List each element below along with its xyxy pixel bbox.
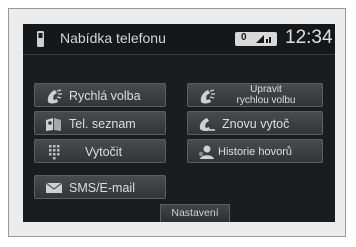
page-title: Nabídka telefonu — [60, 30, 166, 46]
envelope-icon — [45, 182, 63, 193]
call-history-button[interactable]: Historie hovorů — [187, 139, 323, 163]
settings-button[interactable]: Nastavení — [160, 204, 230, 222]
person-history-icon — [198, 145, 214, 159]
phonebook-button[interactable]: Tel. seznam — [34, 111, 166, 135]
book-icon — [46, 118, 61, 131]
dial-button[interactable]: Vytočit — [34, 139, 166, 163]
sms-email-label: SMS/E-mail — [69, 181, 135, 195]
phone-menu-screen: Nabídka telefonu 0 12:34 Rychlá volba Te… — [23, 24, 335, 222]
clock: 12:34 — [285, 27, 333, 48]
redial-button[interactable]: Znovu vytoč — [187, 111, 323, 135]
edit-quick-dial-line2: rychlou volbu — [236, 95, 296, 106]
signal-indicator: 0 — [235, 32, 277, 46]
edit-quick-dial-button[interactable]: Upravit rychlou volbu — [187, 83, 323, 107]
handset-speed-icon — [47, 89, 62, 104]
phonebook-label: Tel. seznam — [69, 117, 136, 131]
signal-bars-icon — [256, 35, 271, 43]
edit-quick-dial-label: Upravit rychlou volbu — [218, 84, 314, 106]
quick-dial-button[interactable]: Rychlá volba — [34, 83, 166, 107]
call-history-label: Historie hovorů — [218, 146, 292, 158]
handset-speed-icon — [200, 89, 215, 104]
keypad-icon — [49, 145, 60, 160]
edit-quick-dial-line1: Upravit — [250, 84, 282, 95]
phone-icon — [37, 31, 44, 47]
status-bar: Nabídka telefonu 0 12:34 — [23, 24, 335, 55]
quick-dial-label: Rychlá volba — [69, 89, 141, 103]
handset-redial-icon — [199, 118, 215, 132]
redial-label: Znovu vytoč — [222, 117, 290, 131]
sms-email-button[interactable]: SMS/E-mail — [34, 175, 166, 199]
signal-text: 0 — [241, 32, 247, 43]
dial-label: Vytočit — [85, 145, 123, 159]
